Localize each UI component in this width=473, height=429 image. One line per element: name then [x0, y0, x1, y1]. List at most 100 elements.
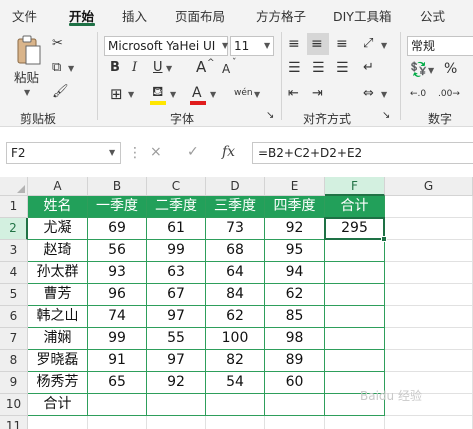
- column-header-e[interactable]: E: [265, 177, 325, 196]
- row-header-6[interactable]: 6: [0, 306, 28, 328]
- column-header-a[interactable]: A: [28, 177, 88, 196]
- italic-button[interactable]: I: [132, 60, 137, 76]
- cell-d9[interactable]: 54: [206, 372, 265, 394]
- cell-e11[interactable]: [265, 416, 325, 429]
- cell-f8[interactable]: [325, 350, 385, 372]
- cell-g11[interactable]: [385, 416, 473, 429]
- cell-g7[interactable]: [385, 328, 473, 350]
- cell-b5[interactable]: 96: [88, 284, 147, 306]
- cell-b2[interactable]: 69: [88, 218, 147, 240]
- number-format-select[interactable]: 常规: [407, 36, 473, 56]
- cell-f3[interactable]: [325, 240, 385, 262]
- column-header-d[interactable]: D: [206, 177, 265, 196]
- row-header-1[interactable]: 1: [0, 196, 28, 218]
- decrease-indent-icon[interactable]: ⇤: [288, 86, 299, 102]
- cell-b11[interactable]: [88, 416, 147, 429]
- tab-fangfang-gezi[interactable]: 方方格子: [256, 6, 306, 25]
- middle-align-button[interactable]: ≡: [307, 33, 329, 55]
- paste-dropdown-icon[interactable]: ▼: [24, 88, 30, 97]
- cell-a2[interactable]: 尤凝: [28, 218, 88, 240]
- cell-e2[interactable]: 92: [265, 218, 325, 240]
- font-size-dropdown-icon[interactable]: ▼: [264, 41, 270, 50]
- text-direction-dropdown-icon[interactable]: ▼: [381, 41, 387, 50]
- cell-c7[interactable]: 55: [147, 328, 206, 350]
- cell-g1[interactable]: [385, 196, 473, 218]
- cell-g3[interactable]: [385, 240, 473, 262]
- cell-c5[interactable]: 67: [147, 284, 206, 306]
- select-all-corner[interactable]: [0, 177, 28, 196]
- table-header-cell[interactable]: 四季度: [265, 196, 325, 218]
- table-header-cell[interactable]: 姓名: [28, 196, 88, 218]
- cell-a7[interactable]: 浦娴: [28, 328, 88, 350]
- cell-e3[interactable]: 95: [265, 240, 325, 262]
- cell-d7[interactable]: 100: [206, 328, 265, 350]
- text-direction-icon[interactable]: ⤢: [363, 36, 373, 52]
- cell-e10[interactable]: [265, 394, 325, 416]
- cell-b9[interactable]: 65: [88, 372, 147, 394]
- tab-insert[interactable]: 插入: [122, 6, 147, 25]
- font-dialog-launcher-icon[interactable]: ↘: [266, 108, 274, 124]
- row-header-7[interactable]: 7: [0, 328, 28, 350]
- cell-f2[interactable]: 295: [325, 218, 385, 240]
- grow-font-button[interactable]: A: [196, 59, 206, 75]
- bold-button[interactable]: B: [110, 60, 120, 76]
- cell-d5[interactable]: 84: [206, 284, 265, 306]
- phonetic-dropdown-icon[interactable]: ▼: [254, 90, 260, 99]
- cell-g4[interactable]: [385, 262, 473, 284]
- font-name-select[interactable]: Microsoft YaHei UI: [104, 36, 228, 56]
- name-box-dropdown-icon[interactable]: ▼: [109, 148, 115, 157]
- insert-function-button[interactable]: fx: [222, 144, 235, 160]
- cell-a4[interactable]: 孙太群: [28, 262, 88, 284]
- row-header-10[interactable]: 10: [0, 394, 28, 416]
- cell-f5[interactable]: [325, 284, 385, 306]
- cut-icon[interactable]: ✂: [52, 36, 63, 52]
- fill-color-dropdown-icon[interactable]: ▼: [170, 90, 176, 99]
- cell-c6[interactable]: 97: [147, 306, 206, 328]
- cell-g8[interactable]: [385, 350, 473, 372]
- font-color-button[interactable]: A: [192, 85, 202, 101]
- cell-e6[interactable]: 85: [265, 306, 325, 328]
- bottom-align-icon[interactable]: ≡: [336, 36, 348, 52]
- cell-f11[interactable]: [325, 416, 385, 429]
- cell-c11[interactable]: [147, 416, 206, 429]
- align-right-icon[interactable]: ☰: [336, 60, 349, 76]
- cell-c10[interactable]: [147, 394, 206, 416]
- copy-dropdown-icon[interactable]: ▼: [68, 64, 74, 73]
- formula-input[interactable]: =B2+C2+D2+E2: [252, 142, 473, 164]
- cell-g6[interactable]: [385, 306, 473, 328]
- paste-label[interactable]: 粘贴: [14, 70, 39, 86]
- paste-button[interactable]: [14, 34, 44, 70]
- tab-page-layout[interactable]: 页面布局: [175, 6, 225, 25]
- cell-d4[interactable]: 64: [206, 262, 265, 284]
- cell-f7[interactable]: [325, 328, 385, 350]
- cell-c2[interactable]: 61: [147, 218, 206, 240]
- column-header-f[interactable]: F: [325, 177, 385, 196]
- table-header-cell[interactable]: 一季度: [88, 196, 147, 218]
- cell-d3[interactable]: 68: [206, 240, 265, 262]
- cell-e9[interactable]: 60: [265, 372, 325, 394]
- cell-d8[interactable]: 82: [206, 350, 265, 372]
- decrease-decimal-icon[interactable]: .00→: [438, 86, 460, 102]
- cell-c4[interactable]: 63: [147, 262, 206, 284]
- underline-button[interactable]: U: [153, 60, 163, 76]
- wrap-text-icon[interactable]: ↵: [363, 60, 374, 76]
- underline-dropdown-icon[interactable]: ▼: [166, 64, 172, 73]
- cell-c8[interactable]: 97: [147, 350, 206, 372]
- fill-handle[interactable]: [381, 236, 387, 242]
- cell-d10[interactable]: [206, 394, 265, 416]
- cell-a9[interactable]: 杨秀芳: [28, 372, 88, 394]
- merge-dropdown-icon[interactable]: ▼: [381, 90, 387, 99]
- percent-style-icon[interactable]: %: [444, 61, 457, 77]
- align-left-icon[interactable]: ☰: [288, 60, 301, 76]
- name-box[interactable]: F2: [6, 142, 121, 164]
- increase-indent-icon[interactable]: ⇥: [312, 86, 323, 102]
- copy-icon[interactable]: ⧉: [52, 60, 61, 76]
- cell-b8[interactable]: 91: [88, 350, 147, 372]
- cell-g5[interactable]: [385, 284, 473, 306]
- tab-formulas[interactable]: 公式: [420, 6, 445, 25]
- cell-c3[interactable]: 99: [147, 240, 206, 262]
- cell-d11[interactable]: [206, 416, 265, 429]
- cell-a11[interactable]: [28, 416, 88, 429]
- column-header-c[interactable]: C: [147, 177, 206, 196]
- fill-color-icon[interactable]: ⛾: [152, 84, 163, 100]
